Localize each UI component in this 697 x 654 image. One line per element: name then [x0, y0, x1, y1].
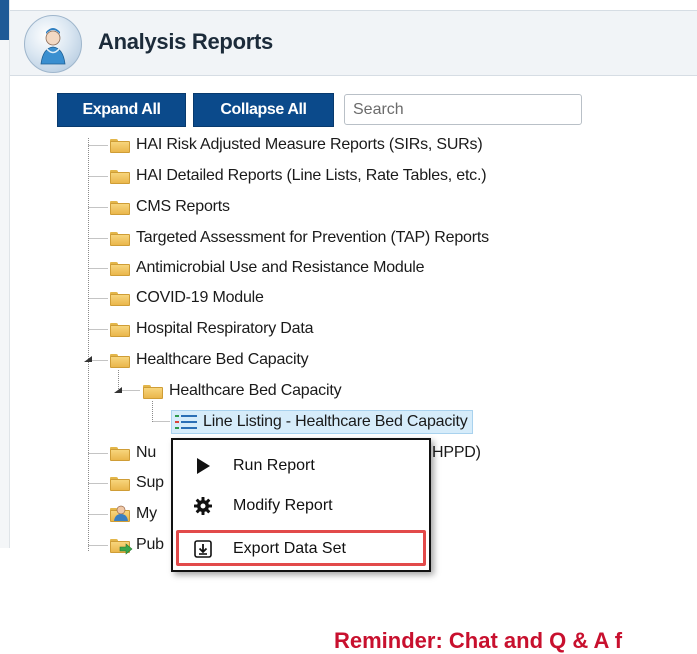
gear-icon — [191, 497, 215, 515]
tree-item[interactable]: HAI Risk Adjusted Measure Reports (SIRs,… — [110, 134, 483, 156]
run-report-menu-item[interactable]: Run Report — [173, 448, 429, 484]
tree-item-label: HPPD) — [432, 444, 481, 461]
tree-item-label: My — [136, 505, 157, 522]
open-folder-icon — [143, 384, 163, 399]
shared-folder-icon — [110, 538, 133, 555]
tree-item[interactable]: COVID-19 Module — [110, 287, 264, 309]
tree-item-label: Hospital Respiratory Data — [136, 320, 314, 337]
tree-item-label: Targeted Assessment for Prevention (TAP)… — [136, 229, 489, 246]
tree-item-label-tail: HPPD) — [432, 442, 481, 464]
folder-icon — [110, 231, 130, 246]
tree-item-expanded[interactable]: Healthcare Bed Capacity — [110, 349, 309, 371]
tree-item-label: CMS Reports — [136, 198, 230, 215]
tree-item[interactable]: Sup — [110, 472, 164, 494]
folder-icon — [110, 138, 130, 153]
tree-item-label: Line Listing - Healthcare Bed Capacity — [203, 413, 468, 430]
folder-icon — [110, 291, 130, 306]
menu-item-label: Modify Report — [233, 497, 333, 514]
folder-icon — [110, 322, 130, 337]
tree-item-label: HAI Risk Adjusted Measure Reports (SIRs,… — [136, 136, 483, 153]
tree-item[interactable]: Targeted Assessment for Prevention (TAP)… — [110, 227, 489, 249]
reminder-banner: Reminder: Chat and Q & A f — [334, 628, 623, 653]
folder-icon — [110, 476, 130, 491]
tree-item[interactable]: My — [110, 503, 157, 525]
tree-item-label: Healthcare Bed Capacity — [169, 382, 342, 399]
tree-item[interactable]: Antimicrobial Use and Resistance Module — [110, 257, 425, 279]
tree-item[interactable]: Hospital Respiratory Data — [110, 318, 314, 340]
export-highlight-box — [176, 530, 426, 566]
report-list-icon — [175, 415, 197, 429]
user-folder-icon — [110, 505, 130, 522]
tree-item-label: COVID-19 Module — [136, 289, 264, 306]
tree-item-label: Pub — [136, 536, 164, 553]
tree-item-label: Antimicrobial Use and Resistance Module — [136, 259, 425, 276]
folder-icon — [110, 200, 130, 215]
modify-report-menu-item[interactable]: Modify Report — [173, 488, 429, 524]
tree-item[interactable]: Pub — [110, 534, 164, 556]
open-folder-icon — [110, 353, 130, 368]
tree-item-label: Nu — [136, 444, 157, 461]
play-icon — [191, 457, 215, 475]
tree-item-label: HAI Detailed Reports (Line Lists, Rate T… — [136, 167, 487, 184]
tree-item-label: Sup — [136, 474, 164, 491]
menu-item-label: Run Report — [233, 457, 315, 474]
tree-item[interactable]: CMS Reports — [110, 196, 230, 218]
folder-icon — [110, 446, 130, 461]
tree-report-selected[interactable]: Line Listing - Healthcare Bed Capacity — [171, 410, 473, 434]
folder-icon — [110, 169, 130, 184]
folder-icon — [110, 261, 130, 276]
tree-item[interactable]: HAI Detailed Reports (Line Lists, Rate T… — [110, 165, 487, 187]
tree-item-label: Healthcare Bed Capacity — [136, 351, 309, 368]
tree-item[interactable]: Nu — [110, 442, 156, 464]
tree-subitem-expanded[interactable]: Healthcare Bed Capacity — [143, 380, 342, 402]
